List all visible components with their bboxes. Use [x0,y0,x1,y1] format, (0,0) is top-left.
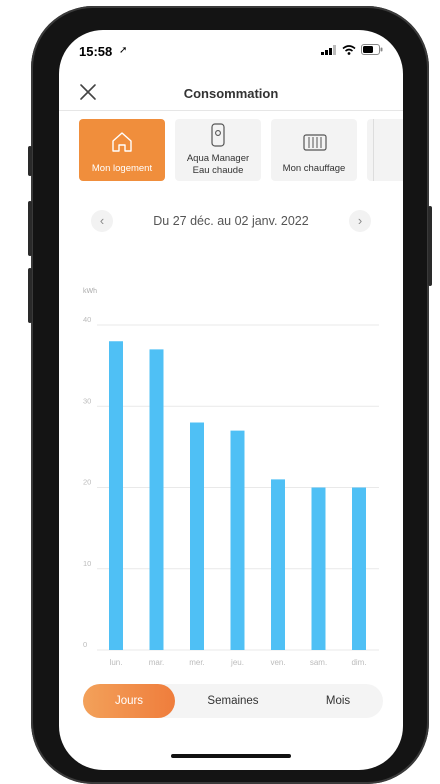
x-tick-day-label: sam. [310,658,327,667]
status-icons [321,44,383,55]
tile-mon-logement[interactable]: Mon logement [79,119,165,181]
tile-label-line2: Eau chaude [192,165,244,176]
tab-jours[interactable]: Jours [83,684,175,718]
x-tick-date-label: 29 [193,669,202,670]
y-tick-label: 10 [83,559,91,568]
header-divider [59,110,403,111]
status-time: 15:58 [79,44,113,59]
bar [230,430,245,650]
tile-aqua-manager[interactable]: Aqua Manager Eau chaude [175,119,261,181]
x-tick-date-label: 1 [316,669,321,670]
tile-label: Mon chauffage [282,163,346,174]
period-selector: Jours Semaines Mois [83,684,383,718]
app-header: Consommation [59,78,403,108]
battery-icon [361,44,383,55]
volume-down-button [28,268,32,323]
volume-up-button [28,201,32,256]
x-tick-date-label: 30 [233,669,242,670]
bar [109,341,123,650]
x-tick-date-label: 28 [152,669,161,670]
home-indicator[interactable] [171,754,291,758]
wifi-icon [342,44,356,55]
tile-label-line1: Aqua Manager [186,153,250,164]
status-bar: 15:58 ➚ [59,30,403,70]
tab-mois[interactable]: Mois [293,684,383,718]
y-tick-label: 0 [83,640,87,649]
consumption-bar-chart: kWh 0 10 20 30 40 lun. 27 mar. 28 mer. 29 jeu. 30 ven.… [83,288,379,670]
x-tick-day-label: mer. [189,658,205,667]
y-tick-label: 30 [83,396,91,405]
water-heater-icon [211,123,225,147]
x-tick-day-label: mar. [149,658,165,667]
x-tick-day-label: jeu. [230,658,244,667]
tile-divider [373,119,374,181]
tile-partial[interactable] [367,119,403,181]
next-period-button[interactable]: › [349,210,371,232]
page-title: Consommation [183,86,279,101]
x-tick-date-label: 31 [274,669,283,670]
x-tick-day-label: lun. [110,658,123,667]
bar [311,487,326,650]
date-navigator: ‹ Du 27 déc. au 02 janv. 2022 › [59,208,403,234]
side-button [428,206,432,286]
tile-mon-chauffage[interactable]: Mon chauffage [271,119,357,181]
x-tick-day-label: ven. [270,658,285,667]
x-tick-date-label: 27 [112,669,121,670]
radiator-icon [303,134,327,151]
location-arrow-icon: ➚ [119,45,128,56]
tab-semaines[interactable]: Semaines [183,684,283,718]
y-tick-label: 20 [83,478,91,487]
x-tick-date-label: 2 [357,669,362,670]
bar [149,349,164,650]
y-tick-label: 40 [83,315,91,324]
signal-icon [321,44,336,55]
bar [271,479,285,650]
house-icon [112,132,132,152]
x-tick-day-label: dim. [351,658,366,667]
tile-label: Mon logement [91,163,153,174]
mute-switch [28,146,32,176]
y-axis-unit: kWh [83,288,97,295]
bar [190,422,204,650]
app-screen: 15:58 ➚ Consommation Mon logement Aqua M… [59,30,403,770]
device-tiles: Mon logement Aqua Manager Eau chaude Mon… [79,119,403,183]
bar [352,487,366,650]
